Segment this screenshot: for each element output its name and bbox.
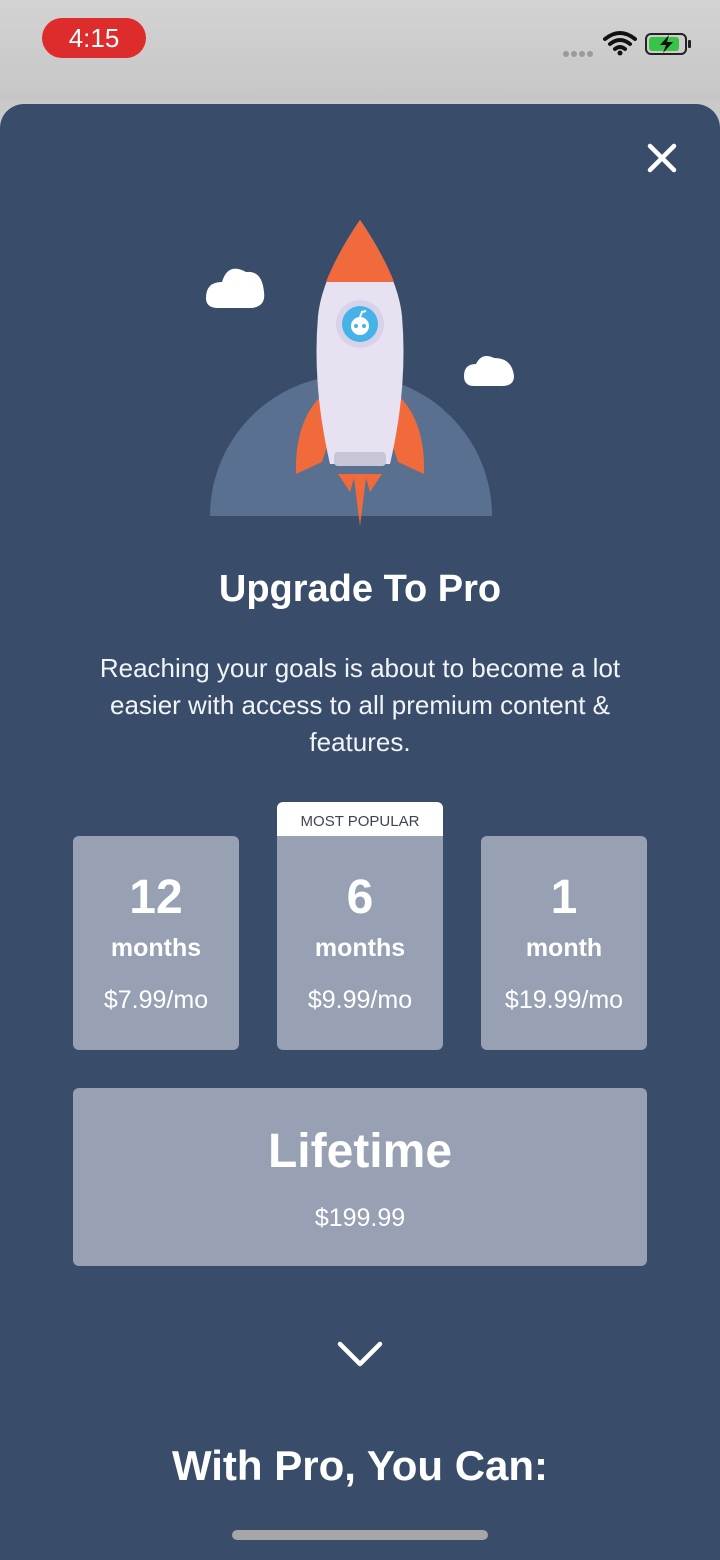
rocket-illustration <box>206 220 514 526</box>
features-heading: With Pro, You Can: <box>171 1442 549 1489</box>
plan-duration-unit: months <box>314 934 406 962</box>
page-title: Upgrade To Pro <box>218 568 502 610</box>
lifetime-label: Lifetime <box>267 1125 453 1178</box>
plan-duration-number: 6 <box>346 871 374 924</box>
plan-lifetime-card[interactable]: Lifetime $199.99 <box>73 1088 647 1266</box>
signal-dots-icon <box>563 44 595 62</box>
plan-price: $19.99/mo <box>504 986 624 1014</box>
plan-6-months-card[interactable]: 6 months $9.99/mo <box>277 836 443 1050</box>
close-icon[interactable] <box>644 140 680 176</box>
plan-duration-number: 1 <box>550 871 578 924</box>
status-time: 4:15 <box>42 18 146 58</box>
battery-charging-icon <box>645 33 691 55</box>
plan-price: $7.99/mo <box>103 986 209 1014</box>
plan-duration-unit: months <box>110 934 202 962</box>
plan-12-months-card[interactable]: 12 months $7.99/mo <box>73 836 239 1050</box>
plan-1-month-card[interactable]: 1 month $19.99/mo <box>481 836 647 1050</box>
plan-price: $9.99/mo <box>307 986 413 1014</box>
home-indicator[interactable] <box>232 1530 488 1540</box>
wifi-icon <box>603 31 637 56</box>
plan-duration-number: 12 <box>129 871 183 924</box>
subtitle-text: Reaching your goals is about to become a… <box>99 653 621 757</box>
plan-duration-unit: month <box>525 934 603 962</box>
status-bar: 4:15 <box>0 0 720 100</box>
chevron-down-icon[interactable] <box>336 1340 384 1370</box>
upgrade-modal: Upgrade To Pro Reaching your goals is ab… <box>0 104 720 1560</box>
lifetime-price: $199.99 <box>314 1204 406 1232</box>
